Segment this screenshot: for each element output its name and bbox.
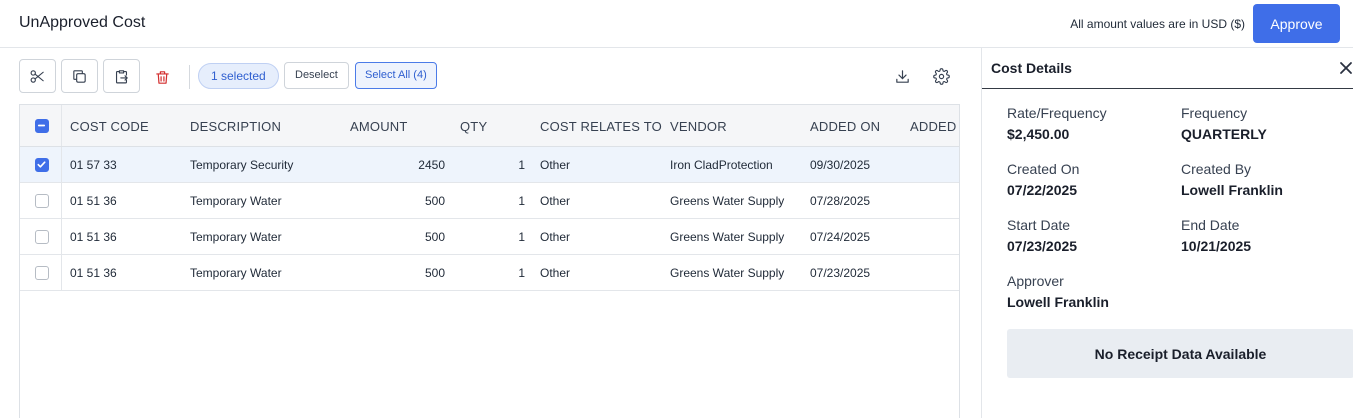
cell-vendor: Greens Water Supply — [670, 230, 785, 244]
created-on-value: 07/22/2025 — [1007, 182, 1078, 198]
cell-qty: 1 — [518, 230, 525, 244]
cell-added-on: 07/28/2025 — [810, 194, 871, 208]
cell-amount: 500 — [424, 230, 445, 244]
table-header: COST CODE DESCRIPTION AMOUNT QTY COST RE… — [20, 105, 959, 147]
cell-vendor: Iron CladProtection — [670, 158, 773, 172]
cell-cost-code: 01 51 36 — [70, 194, 117, 208]
close-icon — [1340, 62, 1352, 74]
created-by-label: Created By — [1181, 161, 1252, 177]
row-checkbox[interactable] — [35, 230, 49, 244]
cut-button[interactable] — [19, 59, 56, 93]
cell-cost-code: 01 51 36 — [70, 230, 117, 244]
paste-button[interactable] — [103, 59, 140, 93]
cell-description: Temporary Water — [190, 194, 282, 208]
copy-button[interactable] — [61, 59, 98, 93]
cost-list-panel: 1 selected Deselect Select All (4) COST … — [0, 48, 981, 418]
table-row[interactable]: 01 51 36 Temporary Water 500 1 Other Gre… — [20, 183, 959, 219]
details-divider — [982, 88, 1353, 89]
page-header: UnApproved Cost All amount values are in… — [0, 0, 1353, 48]
column-header-amount[interactable]: AMOUNT — [350, 119, 408, 134]
receipt-empty-state: No Receipt Data Available — [1007, 329, 1353, 378]
close-details-button[interactable] — [1338, 60, 1353, 76]
frequency-label: Frequency — [1181, 105, 1248, 121]
page-title: UnApproved Cost — [19, 14, 146, 31]
select-all-button[interactable]: Select All (4) — [355, 62, 437, 89]
deselect-button[interactable]: Deselect — [284, 62, 349, 89]
table-row[interactable]: 01 51 36 Temporary Water 500 1 Other Gre… — [20, 219, 959, 255]
rate-frequency-value: $2,450.00 — [1007, 126, 1070, 142]
delete-button[interactable] — [151, 66, 173, 88]
cell-amount: 500 — [424, 266, 445, 280]
cell-amount: 2450 — [418, 158, 445, 172]
start-date-label: Start Date — [1007, 217, 1071, 233]
column-header-added-on[interactable]: ADDED ON — [810, 119, 880, 134]
cell-vendor: Greens Water Supply — [670, 266, 785, 280]
header-check-cell — [20, 105, 62, 146]
end-date-value: 10/21/2025 — [1181, 238, 1252, 254]
cell-added-on: 07/23/2025 — [810, 266, 871, 280]
column-header-cost-code[interactable]: COST CODE — [70, 119, 149, 134]
cell-description: Temporary Water — [190, 230, 282, 244]
cell-vendor: Greens Water Supply — [670, 194, 785, 208]
selected-count-badge: 1 selected — [198, 63, 279, 89]
row-check-cell — [20, 183, 62, 218]
row-check-cell — [20, 219, 62, 254]
trash-icon — [155, 70, 169, 84]
settings-button[interactable] — [931, 66, 951, 86]
column-header-added[interactable]: ADDED — [910, 119, 957, 134]
approver-value: Lowell Franklin — [1007, 294, 1109, 310]
cell-qty: 1 — [518, 158, 525, 172]
row-checkbox[interactable] — [35, 194, 49, 208]
row-checkbox[interactable] — [35, 266, 49, 280]
download-button[interactable] — [892, 66, 912, 86]
cell-cost-relates-to: Other — [540, 230, 571, 244]
column-header-qty[interactable]: QTY — [460, 119, 487, 134]
cell-cost-relates-to: Other — [540, 158, 571, 172]
row-checkbox[interactable] — [35, 158, 49, 172]
paste-icon — [115, 69, 128, 83]
approve-button[interactable]: Approve — [1253, 4, 1340, 43]
cell-cost-relates-to: Other — [540, 194, 571, 208]
rate-frequency-label: Rate/Frequency — [1007, 105, 1107, 121]
indeterminate-icon — [37, 124, 46, 127]
table-row[interactable]: 01 57 33 Temporary Security 2450 1 Other… — [20, 147, 959, 183]
cell-cost-code: 01 51 36 — [70, 266, 117, 280]
cell-added-on: 09/30/2025 — [810, 158, 871, 172]
start-date-value: 07/23/2025 — [1007, 238, 1078, 254]
cost-table: COST CODE DESCRIPTION AMOUNT QTY COST RE… — [19, 104, 960, 418]
copy-icon — [73, 69, 86, 83]
cell-cost-relates-to: Other — [540, 266, 571, 280]
cell-cost-code: 01 57 33 — [70, 158, 117, 172]
cell-amount: 500 — [424, 194, 445, 208]
column-header-cost-relates-to[interactable]: COST RELATES TO — [540, 119, 662, 134]
end-date-label: End Date — [1181, 217, 1240, 233]
cost-details-panel: Cost Details Rate/Frequency $2,450.00 Fr… — [981, 48, 1353, 418]
cell-qty: 1 — [518, 194, 525, 208]
cell-description: Temporary Water — [190, 266, 282, 280]
created-by-value: Lowell Franklin — [1181, 182, 1283, 198]
select-all-checkbox[interactable] — [35, 119, 49, 133]
download-icon — [895, 69, 909, 83]
approver-label: Approver — [1007, 273, 1064, 289]
gear-icon — [932, 67, 950, 85]
created-on-label: Created On — [1007, 161, 1080, 177]
cell-description: Temporary Security — [190, 158, 294, 172]
scissors-icon — [30, 69, 44, 83]
table-row[interactable]: 01 51 36 Temporary Water 500 1 Other Gre… — [20, 255, 959, 291]
currency-note: All amount values are in USD ($) — [1070, 17, 1245, 31]
cell-added-on: 07/24/2025 — [810, 230, 871, 244]
row-check-cell — [20, 255, 62, 290]
cell-qty: 1 — [518, 266, 525, 280]
frequency-value: QUARTERLY — [1181, 126, 1267, 142]
check-icon — [37, 161, 46, 168]
column-header-description[interactable]: DESCRIPTION — [190, 119, 281, 134]
details-title: Cost Details — [991, 60, 1072, 76]
column-header-vendor[interactable]: VENDOR — [670, 119, 727, 134]
toolbar-divider — [189, 65, 190, 89]
row-check-cell — [20, 147, 62, 182]
